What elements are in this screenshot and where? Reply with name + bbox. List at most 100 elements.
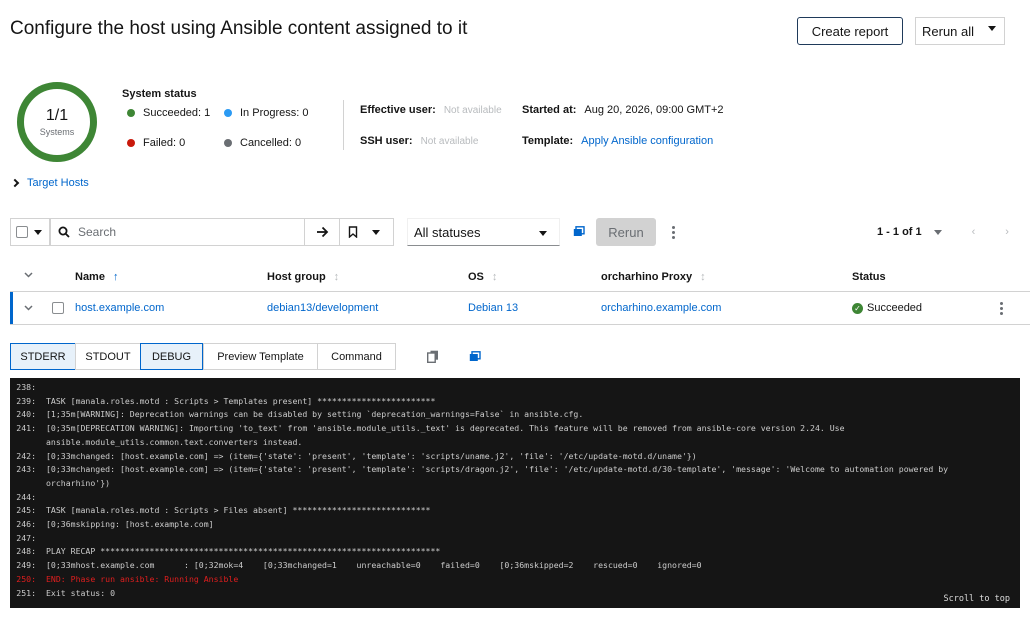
status-label: Succeeded: [867, 302, 923, 314]
green-dot-icon: [127, 109, 135, 117]
search-submit-button[interactable]: [304, 218, 340, 246]
log-line-number: 251:: [16, 587, 36, 598]
log-line-text: [46, 491, 1006, 505]
os-header-label: OS: [468, 271, 484, 283]
template-link[interactable]: Apply Ansible configuration: [581, 135, 713, 147]
create-report-button[interactable]: Create report: [797, 17, 903, 45]
log-output: 238: 239: TASK [manala.roles.motd : Script…: [10, 378, 1020, 608]
log-line: 240: [1;35m[WARNING]: Deprecation warning…: [10, 408, 1020, 422]
status-failed: Failed: 0: [127, 137, 185, 149]
log-line-number: 246:: [16, 519, 36, 530]
log-line-text: [0;33mchanged: [host.example.com] => (it…: [46, 450, 697, 461]
effective-user-value: Not available: [443, 104, 502, 116]
started-at: Started at: Aug 20, 2026, 09:00 GMT+2: [522, 104, 724, 116]
tab-debug[interactable]: DEBUG: [140, 343, 203, 370]
copy-icon[interactable]: [427, 350, 439, 363]
target-hosts-toggle[interactable]: Target Hosts: [10, 177, 89, 189]
column-header-name[interactable]: Name ↑: [75, 271, 118, 283]
scroll-to-top-link[interactable]: Scroll to top: [943, 594, 1010, 604]
rerun-button[interactable]: Rerun: [596, 218, 656, 246]
log-line-text: PLAY RECAP *****************************…: [46, 546, 441, 557]
log-line: 250: END: Phase run ansible: Running Ansi…: [10, 573, 1020, 587]
target-hosts-label: Target Hosts: [27, 177, 89, 189]
log-line: 248: PLAY RECAP *************************…: [10, 545, 1020, 559]
donut-value: 1/1: [45, 107, 69, 124]
chevron-down-icon[interactable]: [24, 272, 33, 278]
systems-donut-chart: 1/1 Systems: [17, 82, 97, 162]
bookmark-button[interactable]: [339, 218, 394, 246]
log-line: 251: Exit status: 0: [10, 587, 1020, 601]
search-input[interactable]: Search: [50, 218, 305, 246]
os-link[interactable]: Debian 13: [468, 302, 518, 314]
pagination: 1 - 1 of 1 ‹ ›: [877, 226, 1009, 238]
status-header-label: Status: [852, 271, 886, 283]
failed-count: Failed: 0: [143, 137, 186, 149]
log-line-number: 244:: [16, 491, 36, 502]
sort-icon: ↕: [491, 271, 498, 283]
status-succeeded: Succeeded: 1: [127, 107, 210, 119]
tab-preview-template[interactable]: Preview Template: [203, 343, 318, 370]
row-kebab-menu-icon[interactable]: [1000, 302, 1003, 315]
template: Template: Apply Ansible configuration: [522, 135, 713, 147]
pagination-range: 1 - 1 of 1: [877, 226, 922, 238]
log-line-text: [0;35m[DEPRECATION WARNING]: Importing '…: [46, 423, 850, 447]
host-group-link[interactable]: debian13/development: [267, 302, 378, 314]
rerun-all-label: Rerun all: [922, 23, 975, 39]
caret-down-icon[interactable]: [988, 26, 996, 31]
log-line-number: 249:: [16, 560, 36, 571]
log-line-text: TASK [manala.roles.motd : Scripts > Temp…: [46, 395, 436, 406]
rerun-all-button[interactable]: Rerun all: [915, 17, 1005, 45]
sort-icon: ↕: [333, 271, 340, 283]
succeeded-count: Succeeded: 1: [143, 107, 211, 119]
select-all-checkbox[interactable]: [16, 226, 28, 238]
chevron-left-icon[interactable]: ‹: [972, 226, 976, 238]
log-line-text: [0;33mchanged: [host.example.com] => (it…: [46, 464, 953, 488]
red-dot-icon: [127, 139, 135, 147]
tab-command[interactable]: Command: [317, 343, 396, 370]
bookmark-icon: [348, 226, 358, 238]
divider: [10, 324, 1030, 325]
chevron-down-icon[interactable]: [24, 305, 33, 311]
log-line: 247:: [10, 532, 1020, 546]
open-new-window-icon[interactable]: [573, 226, 585, 237]
template-label: Template:: [522, 135, 574, 147]
open-new-window-icon[interactable]: [469, 351, 481, 362]
log-line-number: 250:: [16, 573, 36, 584]
tab-stderr[interactable]: STDERR: [10, 343, 76, 370]
caret-down-icon: [372, 229, 380, 235]
name-header-label: Name: [75, 271, 105, 283]
log-line: 246: [0;36mskipping: [host.example.com]: [10, 518, 1020, 532]
log-line-text: Exit status: 0: [46, 587, 116, 598]
ssh-user-value: Not available: [420, 135, 479, 147]
effective-user: Effective user: Not available: [360, 104, 502, 116]
divider: [343, 100, 344, 150]
column-header-proxy[interactable]: orcharhino Proxy ↕: [601, 271, 706, 283]
chevron-right-icon[interactable]: ›: [1005, 226, 1009, 238]
sort-icon: ↕: [700, 271, 706, 283]
started-at-label: Started at:: [522, 104, 577, 116]
status-filter-value: All statuses: [414, 224, 481, 240]
gray-dot-icon: [224, 139, 232, 147]
effective-user-label: Effective user:: [360, 104, 436, 116]
log-line-text: TASK [manala.roles.motd : Scripts > File…: [46, 505, 431, 516]
log-line-text: [46, 381, 1006, 395]
row-checkbox[interactable]: [52, 302, 64, 314]
column-header-os[interactable]: OS ↕: [468, 271, 497, 283]
log-line-number: 238:: [16, 382, 36, 392]
tab-stdout[interactable]: STDOUT: [75, 343, 141, 370]
host-name-link[interactable]: host.example.com: [75, 302, 164, 314]
status-filter-select[interactable]: All statuses: [407, 218, 560, 246]
caret-down-icon[interactable]: [34, 229, 42, 235]
bulk-select[interactable]: [10, 218, 50, 246]
kebab-menu-icon[interactable]: [672, 226, 675, 239]
log-line: 239: TASK [manala.roles.motd : Scripts > …: [10, 395, 1020, 409]
status-cancelled: Cancelled: 0: [224, 137, 301, 149]
donut-label: Systems: [39, 127, 75, 137]
log-line: 238:: [10, 381, 1020, 395]
log-line-text: [0;33mhost.example.com : [0;32mok=4 [0;3…: [46, 560, 702, 571]
column-header-host-group[interactable]: Host group ↕: [267, 271, 339, 283]
log-line-text: [1;35m[WARNING]: Deprecation warnings ca…: [46, 409, 584, 420]
caret-down-icon[interactable]: [933, 229, 942, 235]
ssh-user: SSH user: Not available: [360, 135, 478, 147]
proxy-link[interactable]: orcharhino.example.com: [601, 302, 721, 314]
